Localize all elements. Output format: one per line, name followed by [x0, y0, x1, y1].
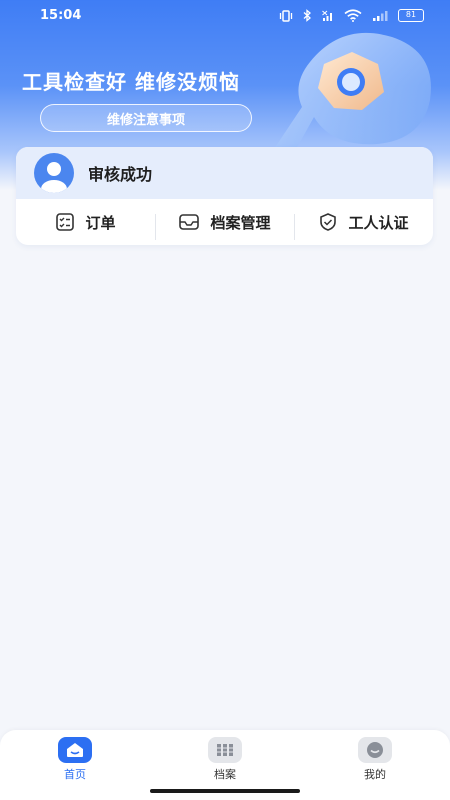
menu-item-worker-certification[interactable]: 工人认证: [294, 212, 433, 240]
menu-item-orders[interactable]: 订单: [16, 212, 155, 233]
tab-home[interactable]: 首页: [0, 730, 150, 785]
user-status-card: 审核成功 订单 档案管理 工人认证: [16, 147, 433, 245]
banner-slogan: 工具检查好 维修没烦恼: [22, 70, 240, 94]
archive-icon: [208, 737, 242, 763]
status-icons: 81: [279, 9, 424, 22]
card-header: 审核成功: [16, 147, 433, 199]
menu-label-archive-management: 档案管理: [210, 213, 271, 232]
order-list-icon: [56, 213, 75, 231]
home-icon: [58, 737, 92, 763]
archive-box-icon: [179, 214, 200, 230]
avatar[interactable]: [34, 153, 74, 193]
tab-label-archive: 档案: [214, 768, 236, 781]
wrench-nut-illustration: [272, 32, 431, 160]
card-menu: 订单 档案管理 工人认证: [16, 199, 433, 245]
tab-label-home: 首页: [64, 768, 86, 781]
battery-icon: 81: [398, 9, 424, 22]
wifi-icon: [344, 9, 362, 22]
home-indicator[interactable]: [150, 789, 300, 793]
mobile-signal-icon: [373, 10, 388, 21]
menu-label-worker-certification: 工人认证: [348, 213, 409, 232]
person-silhouette-icon: [41, 162, 67, 193]
shield-check-icon: [320, 213, 337, 231]
tab-label-profile: 我的: [364, 768, 386, 781]
status-time: 15:04: [40, 8, 82, 23]
maintenance-notice-button[interactable]: 维修注意事项: [40, 104, 252, 132]
no-signal-icon: [322, 10, 332, 21]
profile-icon: [358, 737, 392, 763]
bluetooth-icon: [303, 9, 311, 22]
review-status-text: 审核成功: [88, 165, 153, 184]
tab-profile[interactable]: 我的: [300, 730, 450, 785]
menu-label-orders: 订单: [85, 213, 116, 232]
menu-item-archive-management[interactable]: 档案管理: [155, 212, 294, 240]
tab-archive[interactable]: 档案: [150, 730, 300, 785]
bottom-tab-bar: 首页 档案 我的: [0, 730, 450, 785]
vibrate-icon: [279, 9, 293, 22]
